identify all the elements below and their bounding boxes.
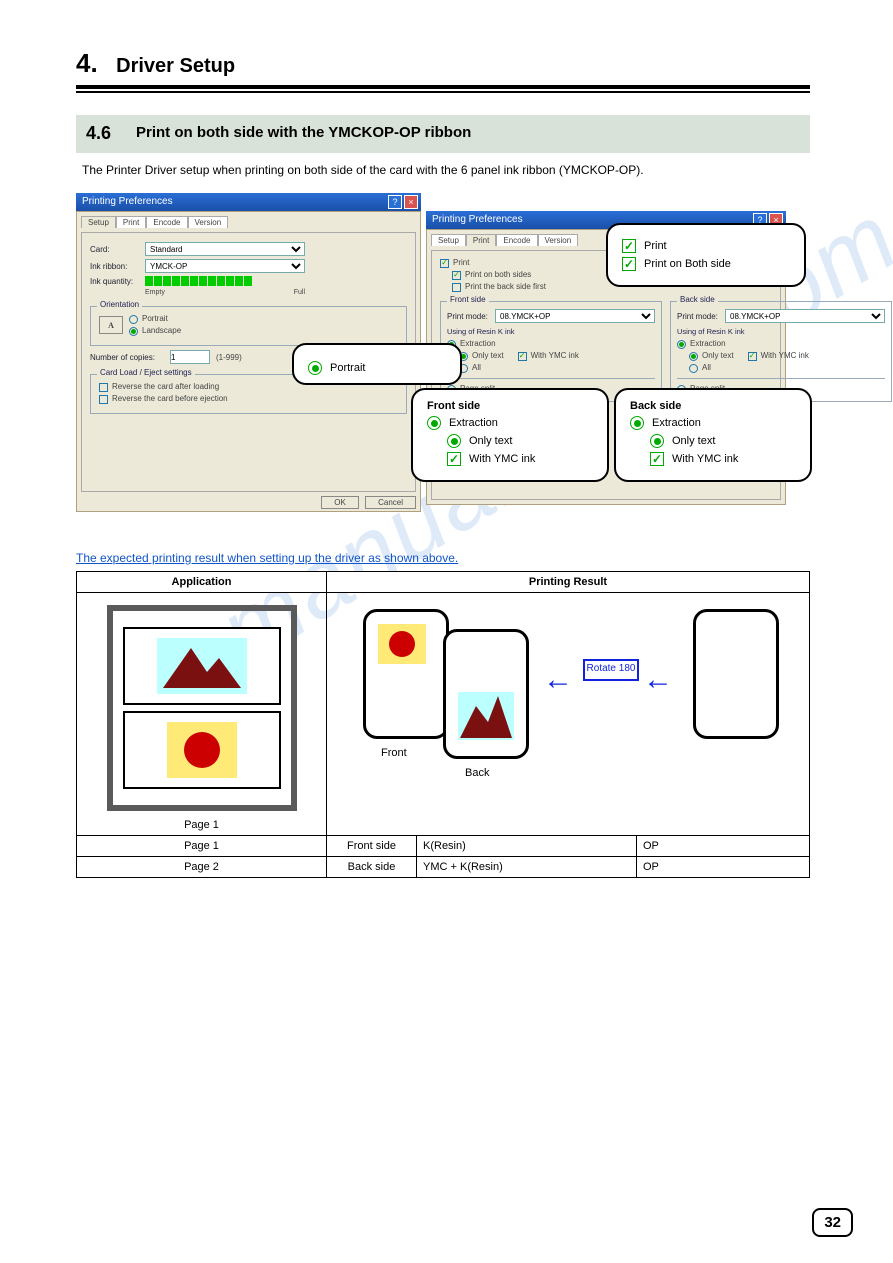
card-label: Card:	[90, 245, 145, 254]
arrow-icon: ←	[543, 663, 573, 697]
front-print-mode[interactable]: 08.YMCK+OP	[495, 309, 655, 323]
ink-select[interactable]: YMCK-OP	[145, 259, 305, 273]
close-icon[interactable]: ×	[404, 195, 418, 209]
check-icon	[650, 452, 664, 466]
cell-application: Page 1	[77, 593, 327, 836]
tab-print[interactable]: Print	[466, 234, 496, 246]
callout-orientation: Portrait	[292, 343, 462, 385]
rule	[76, 91, 810, 93]
cell-front: Front side	[327, 836, 417, 857]
screenshots: Printing Preferences ? × Setup Print Enc…	[76, 193, 810, 533]
sub-desc: The Printer Driver setup when printing o…	[82, 163, 810, 177]
radio-portrait[interactable]	[129, 315, 138, 324]
link-line: The expected printing result when settin…	[76, 551, 810, 565]
cell-op: OP	[637, 836, 810, 857]
mountain-image	[157, 638, 247, 694]
titlebar: Printing Preferences ? ×	[76, 193, 421, 211]
copies-range: (1-999)	[216, 353, 242, 362]
window-title: Printing Preferences	[82, 196, 173, 207]
radio-landscape[interactable]	[129, 327, 138, 336]
check-rev-after-load[interactable]	[99, 383, 108, 392]
help-icon[interactable]: ?	[388, 195, 402, 209]
label-front: Front	[381, 747, 407, 759]
check-rev-before-eject[interactable]	[99, 395, 108, 404]
front-side-group: Front side Print mode: 08.YMCK+OP Using …	[440, 301, 662, 402]
page-number: 32	[812, 1208, 853, 1237]
check-print-both[interactable]	[452, 271, 461, 280]
back-side-group: Back side Print mode: 08.YMCK+OP Using o…	[670, 301, 892, 402]
tab-encode[interactable]: Encode	[146, 216, 187, 228]
radio-icon	[630, 416, 644, 430]
radio-back-extraction[interactable]	[677, 340, 686, 349]
print-card-front	[363, 609, 449, 739]
cell-op2: OP	[637, 857, 810, 878]
callout-back: Back side Extraction Only text With YMC …	[614, 388, 812, 482]
rule	[76, 85, 810, 89]
check-back-withymc[interactable]	[748, 352, 757, 361]
subsection-band: 4.6 Print on both side with the YMCKOP-O…	[76, 115, 810, 153]
radio-icon	[650, 434, 664, 448]
orientation-icon: A	[99, 316, 123, 334]
rotate-label: Rotate 180	[583, 659, 639, 681]
page-label: Page 1	[83, 819, 320, 831]
check-back-first[interactable]	[452, 283, 461, 292]
section-header: 4. Driver Setup	[76, 48, 810, 79]
check-icon	[622, 257, 636, 271]
cell-ymck: YMC + K(Resin)	[417, 857, 637, 878]
circle-image	[378, 624, 426, 664]
tab-print[interactable]: Print	[116, 216, 146, 228]
cell-page2: Page 2	[77, 857, 327, 878]
copies-label: Number of copies:	[90, 353, 170, 362]
print-card-blank	[693, 609, 779, 739]
tab-setup[interactable]: Setup	[81, 216, 116, 228]
cell-print: ← Rotate 180 ← Front Back	[327, 593, 810, 836]
tab-encode[interactable]: Encode	[496, 234, 537, 246]
section-number: 4.	[76, 48, 98, 78]
window-title: Printing Preferences	[432, 214, 523, 225]
app-page1	[123, 627, 281, 705]
radio-icon	[308, 361, 322, 375]
tab-setup[interactable]: Setup	[431, 234, 466, 246]
radio-back-onlytext[interactable]	[689, 352, 698, 361]
circle-image	[167, 722, 237, 778]
cancel-button[interactable]: Cancel	[365, 496, 416, 509]
print-card-back	[443, 629, 529, 759]
section-title: Driver Setup	[116, 55, 235, 77]
sub-title: Print on both side with the YMCKOP-OP ri…	[136, 124, 471, 141]
app-page2	[123, 711, 281, 789]
app-window	[107, 605, 297, 811]
radio-back-all[interactable]	[689, 364, 698, 373]
mountain-image	[458, 692, 514, 740]
check-icon	[447, 452, 461, 466]
radio-icon	[427, 416, 441, 430]
check-print[interactable]	[440, 259, 449, 268]
label-back: Back	[465, 767, 489, 779]
page-footer: 32	[812, 1208, 853, 1237]
ink-qty-labels: EmptyFull	[145, 289, 305, 296]
qty-label: Ink quantity:	[90, 277, 145, 286]
orientation-group: Orientation A Portrait Landscape	[90, 306, 407, 346]
th-application: Application	[77, 572, 327, 593]
ink-quantity-bar	[145, 276, 252, 286]
copies-input[interactable]	[170, 350, 210, 364]
tab-version[interactable]: Version	[188, 216, 229, 228]
callout-print: Print Print on Both side	[606, 223, 806, 287]
cell-page1: Page 1	[77, 836, 327, 857]
callout-front: Front side Extraction Only text With YMC…	[411, 388, 609, 482]
tab-version[interactable]: Version	[538, 234, 579, 246]
check-icon	[622, 239, 636, 253]
ink-label: Ink ribbon:	[90, 262, 145, 271]
ok-button[interactable]: OK	[321, 496, 359, 509]
sub-number: 4.6	[86, 123, 111, 143]
radio-icon	[447, 434, 461, 448]
back-print-mode[interactable]: 08.YMCK+OP	[725, 309, 885, 323]
card-select[interactable]: Standard	[145, 242, 305, 256]
arrow-icon: ←	[643, 663, 673, 697]
check-front-withymc[interactable]	[518, 352, 527, 361]
result-table: Application Printing Result Page 1	[76, 571, 810, 878]
th-result: Printing Result	[327, 572, 810, 593]
cell-back: Back side	[327, 857, 417, 878]
cell-k: K(Resin)	[417, 836, 637, 857]
